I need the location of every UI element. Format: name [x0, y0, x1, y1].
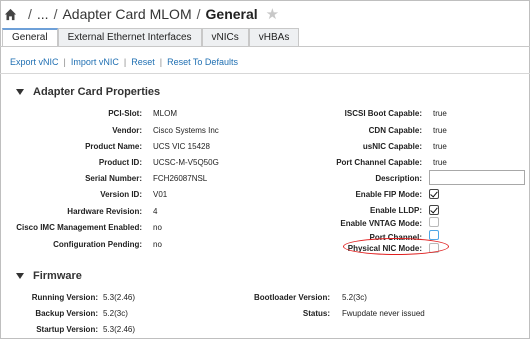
section-title: Firmware: [33, 270, 82, 282]
breadcrumb-parent[interactable]: Adapter Card MLOM: [62, 6, 191, 22]
checkbox-label: Enable LLDP:: [369, 206, 422, 215]
prop-label: CDN Capable:: [368, 126, 422, 135]
fw-label: Status:: [302, 309, 330, 318]
prop-label: Cisco IMC Management Enabled:: [16, 223, 142, 232]
section-title: Adapter Card Properties: [33, 86, 161, 98]
prop-label: usNIC Capable:: [362, 142, 422, 151]
prop-label: Version ID:: [100, 190, 142, 199]
breadcrumb-ellipsis[interactable]: ...: [37, 6, 49, 22]
fw-label: Bootloader Version:: [253, 293, 330, 302]
tab-divider: [0, 46, 530, 47]
prop-value: MLOM: [153, 109, 177, 118]
description-label: Description:: [375, 174, 422, 183]
prop-value: true: [433, 126, 447, 135]
tab-vhbas[interactable]: vHBAs: [248, 28, 300, 47]
enable-lldp-checkbox[interactable]: [429, 205, 439, 215]
fw-label: Startup Version:: [36, 325, 98, 334]
export-vnic-link[interactable]: Export vNIC: [10, 57, 59, 67]
prop-label: Port Channel Capable:: [336, 158, 422, 167]
tab-vnics[interactable]: vNICs: [201, 28, 249, 47]
collapse-triangle-icon: [16, 89, 24, 95]
tab-bar: General External Ethernet Interfaces vNI…: [2, 28, 300, 47]
prop-value: FCH26087NSL: [153, 174, 208, 183]
prop-value: UCSC-M-V5Q50G: [153, 158, 219, 167]
fw-label: Backup Version:: [35, 309, 98, 318]
toolbar-separator: |: [123, 56, 127, 67]
enable-fip-mode-checkbox[interactable]: [429, 189, 439, 199]
prop-label: Configuration Pending:: [53, 240, 142, 249]
toolbar-separator: |: [159, 56, 163, 67]
checkbox-label: Enable VNTAG Mode:: [340, 219, 422, 228]
fw-label: Running Version:: [31, 293, 98, 302]
reset-link[interactable]: Reset: [131, 57, 155, 67]
fw-value: 5.3(2.46): [103, 325, 136, 334]
fw-value: 5.2(3c): [103, 309, 128, 318]
prop-value: no: [153, 223, 162, 232]
breadcrumb-separator: /: [53, 6, 58, 22]
breadcrumb-separator: /: [28, 6, 32, 22]
reset-to-defaults-link[interactable]: Reset To Defaults: [167, 57, 238, 67]
prop-label: Product ID:: [98, 158, 142, 167]
prop-value: 4: [153, 207, 158, 216]
prop-value: Cisco Systems Inc: [153, 126, 219, 135]
enable-vntag-mode-checkbox[interactable]: [429, 217, 439, 227]
breadcrumb-current: General: [205, 6, 258, 22]
port-channel-checkbox[interactable]: [429, 230, 439, 240]
adapter-properties-header[interactable]: Adapter Card Properties: [16, 86, 160, 98]
prop-value: true: [433, 158, 447, 167]
fw-value: 5.3(2.46): [103, 293, 136, 302]
checkbox-label: Enable FIP Mode:: [355, 190, 422, 199]
toolbar-separator: |: [63, 56, 66, 67]
physical-nic-mode-highlight: [343, 238, 449, 255]
collapse-triangle-icon: [16, 273, 24, 279]
fw-value: Fwupdate never issued: [342, 309, 425, 318]
fw-value: 5.2(3c): [342, 293, 367, 302]
toolbar: Export vNIC | Import vNIC | Reset | Rese…: [0, 50, 530, 74]
import-vnic-link[interactable]: Import vNIC: [71, 57, 119, 67]
breadcrumb-separator: /: [196, 6, 201, 22]
prop-value: V01: [153, 190, 168, 199]
prop-label: Serial Number:: [85, 174, 142, 183]
prop-label: PCI-Slot:: [108, 109, 142, 118]
star-icon[interactable]: ★: [266, 5, 279, 23]
prop-value: true: [433, 142, 447, 151]
description-input[interactable]: [429, 170, 525, 185]
home-icon[interactable]: [4, 8, 17, 21]
prop-value: true: [433, 109, 447, 118]
firmware-header[interactable]: Firmware: [16, 270, 82, 282]
prop-label: Hardware Revision:: [67, 207, 142, 216]
tab-external-ethernet-interfaces[interactable]: External Ethernet Interfaces: [57, 28, 202, 47]
prop-label: Vendor:: [112, 126, 142, 135]
prop-value: no: [153, 240, 162, 249]
prop-label: ISCSI Boot Capable:: [344, 109, 422, 118]
breadcrumb: / ... / Adapter Card MLOM / General ★: [4, 3, 279, 25]
tab-general[interactable]: General: [2, 28, 58, 47]
prop-label: Product Name:: [85, 142, 142, 151]
prop-value: UCS VIC 15428: [153, 142, 210, 151]
